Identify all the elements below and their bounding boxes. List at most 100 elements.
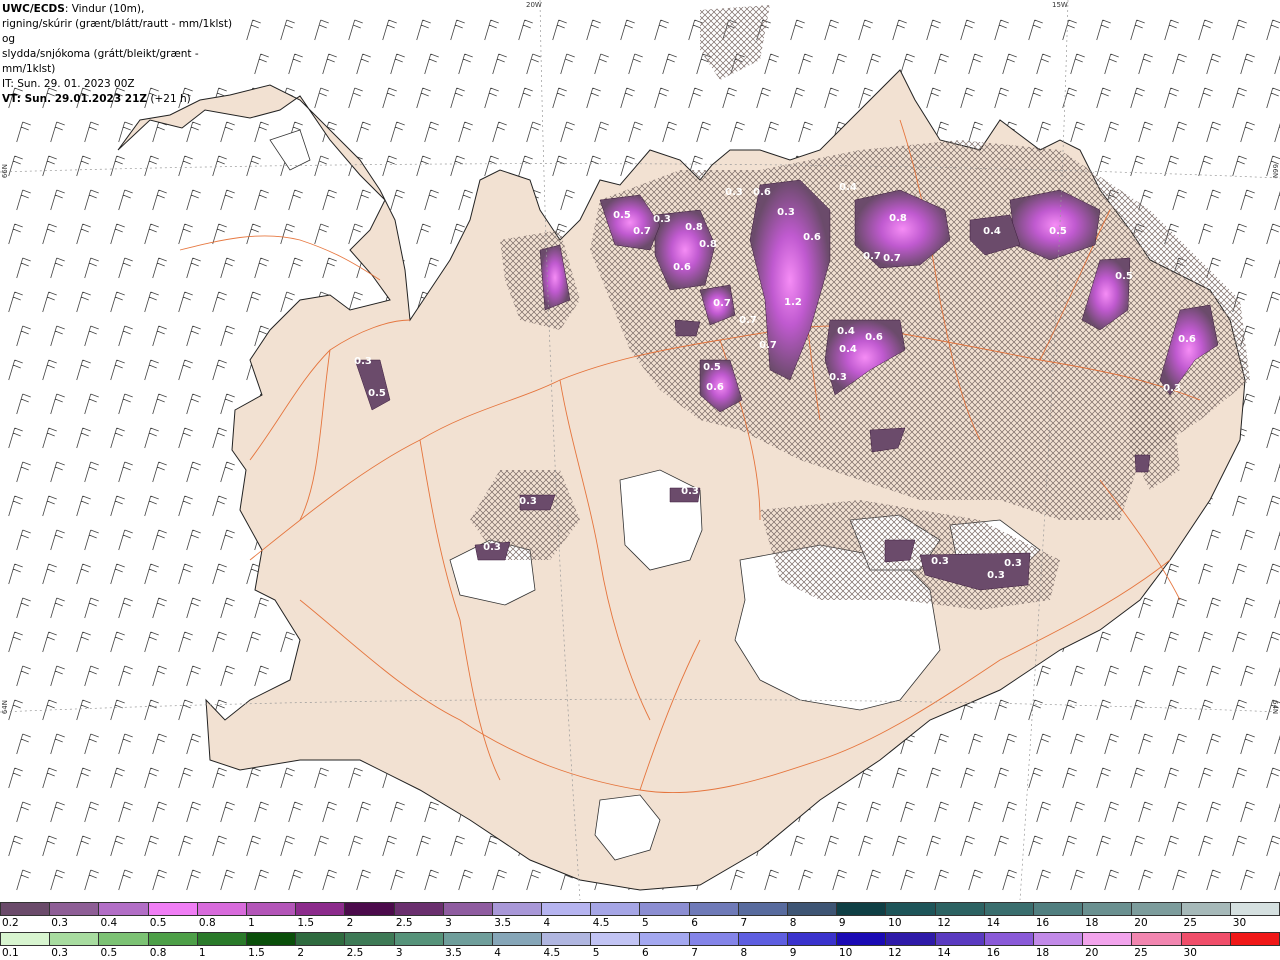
legend-label: 3.5 <box>494 917 511 929</box>
legend-swatch <box>0 902 50 916</box>
header-valid-time-line: VT: Sun. 29.01.2023 21Z (+21 h) <box>2 92 240 107</box>
legend-swatch <box>98 902 148 916</box>
legend-swatch <box>885 902 935 916</box>
header-line-snow: slydda/snjókoma (grátt/bleikt/grænt - mm… <box>2 48 199 75</box>
legend-swatch <box>1131 902 1181 916</box>
legend-swatch <box>983 932 1033 946</box>
legend-swatch <box>1082 902 1132 916</box>
precip-value-label: 0.6 <box>673 262 691 273</box>
weather-map: 0.5 0.3 0.7 0.8 0.8 0.6 0.3 0.6 0.3 0.4 0.8 0.4 0.5 0… <box>0 0 1280 900</box>
precip-value-label: 0.4 <box>839 182 857 193</box>
legend-label: 7 <box>740 917 748 929</box>
legend-label: 18 <box>1085 917 1099 929</box>
precip-value-label: 0.8 <box>889 213 907 224</box>
legend-swatch <box>295 932 345 946</box>
legend-swatch <box>491 932 542 946</box>
legend-swatch <box>934 932 984 946</box>
precip-value-label: 0.8 <box>685 222 703 233</box>
legend-swatch <box>1032 902 1083 916</box>
legend-swatch <box>98 932 148 946</box>
legend-label: 6 <box>691 917 698 929</box>
legend-label: 10 <box>888 917 902 929</box>
legend-swatch <box>639 902 689 916</box>
legend-label: 9 <box>789 947 797 959</box>
legend-swatch <box>1032 932 1083 946</box>
header-init-time: IT: Sun. 29. 01. 2023 00Z <box>2 78 135 90</box>
header-title-rest: : Vindur (10m), <box>64 3 145 15</box>
precip-value-label: 0.3 <box>354 356 372 367</box>
legend-swatch <box>836 902 886 916</box>
precip-value-label: 0.6 <box>865 332 883 343</box>
precip-value-label: 0.3 <box>1004 558 1022 569</box>
precip-value-label: 0.7 <box>739 315 757 326</box>
precip-value-label: 0.3 <box>777 207 795 218</box>
legend-label: 20 <box>1085 947 1099 959</box>
precip-value-label: 0.5 <box>1049 226 1067 237</box>
legend-swatch <box>196 932 246 946</box>
legend-swatch <box>1229 902 1280 916</box>
legend-label: 8 <box>789 917 797 929</box>
legend-label: 3 <box>395 947 403 959</box>
rain-legend-row <box>0 932 1280 946</box>
legend-label: 16 <box>986 947 1000 959</box>
lat-label-right-64n: 64N <box>1271 700 1279 715</box>
snow-legend-row <box>0 902 1280 916</box>
precip-value-label: 0.7 <box>863 251 881 262</box>
legend-label: 0.2 <box>2 917 19 929</box>
legend-label: 9 <box>838 917 846 929</box>
legend-swatch <box>787 902 837 916</box>
precip-value-label: 0.6 <box>753 187 771 198</box>
legend-label: 1 <box>198 947 206 959</box>
legend-label: 0.1 <box>2 947 19 959</box>
legend-swatch <box>541 932 591 946</box>
precip-value-label: 0.5 <box>1115 271 1133 282</box>
precip-value-label: 0.5 <box>613 210 631 221</box>
legend-label: 8 <box>740 947 748 959</box>
legend-label: 0.4 <box>100 917 118 929</box>
legend-label: 14 <box>937 947 951 959</box>
legend-label: 0.8 <box>149 947 167 959</box>
legend-label: 3 <box>445 917 452 929</box>
legend-swatch <box>344 932 394 946</box>
legend-swatch <box>147 902 197 916</box>
precip-value-label: 0.3 <box>653 214 671 225</box>
legend-swatch <box>541 902 591 916</box>
legend-swatch <box>934 902 984 916</box>
legend-swatch <box>885 932 935 946</box>
legend-label: 7 <box>691 947 698 959</box>
legend-label: 4 <box>494 947 501 959</box>
lat-label-left-64n: 64N <box>1 700 9 715</box>
precip-value-label: 0.4 <box>983 226 1001 237</box>
precip-value-label: 0.8 <box>699 239 717 250</box>
legend-swatch <box>442 902 492 916</box>
precip-value-label: 0.3 <box>829 372 847 383</box>
precip-value-label: 1.2 <box>784 297 802 308</box>
legend-swatch <box>442 932 492 946</box>
legend-swatch <box>49 902 99 916</box>
legend-label: 2 <box>346 917 354 929</box>
legend-swatch <box>1082 932 1132 946</box>
legend-swatch <box>787 932 837 946</box>
legend-swatch <box>1131 932 1181 946</box>
legend-swatch <box>393 902 443 916</box>
legend-label: 0.8 <box>198 917 216 929</box>
legend-swatch <box>491 902 542 916</box>
legend-label: 18 <box>1035 947 1050 959</box>
legend-label: 2.5 <box>395 917 413 929</box>
lon-label-20w: 20W <box>526 1 542 9</box>
precip-value-label: 0.6 <box>706 382 724 393</box>
legend-label: 5 <box>592 947 600 959</box>
legend-swatch <box>590 932 640 946</box>
precip-value-label: 0.3 <box>725 187 743 198</box>
lat-label-right-66n: 66N <box>1271 164 1279 179</box>
legend-swatch <box>196 902 246 916</box>
precip-value-label: 0.7 <box>713 298 731 309</box>
legend-swatch <box>344 902 394 916</box>
legend-swatch <box>836 932 886 946</box>
legend-swatch <box>245 932 296 946</box>
lat-label-left-66n: 66N <box>1 164 9 179</box>
lon-label-15w: 15W <box>1052 1 1068 9</box>
precip-value-label: 0.4 <box>839 344 857 355</box>
legend-swatch <box>1229 932 1280 946</box>
legend-label: 16 <box>1035 917 1050 929</box>
